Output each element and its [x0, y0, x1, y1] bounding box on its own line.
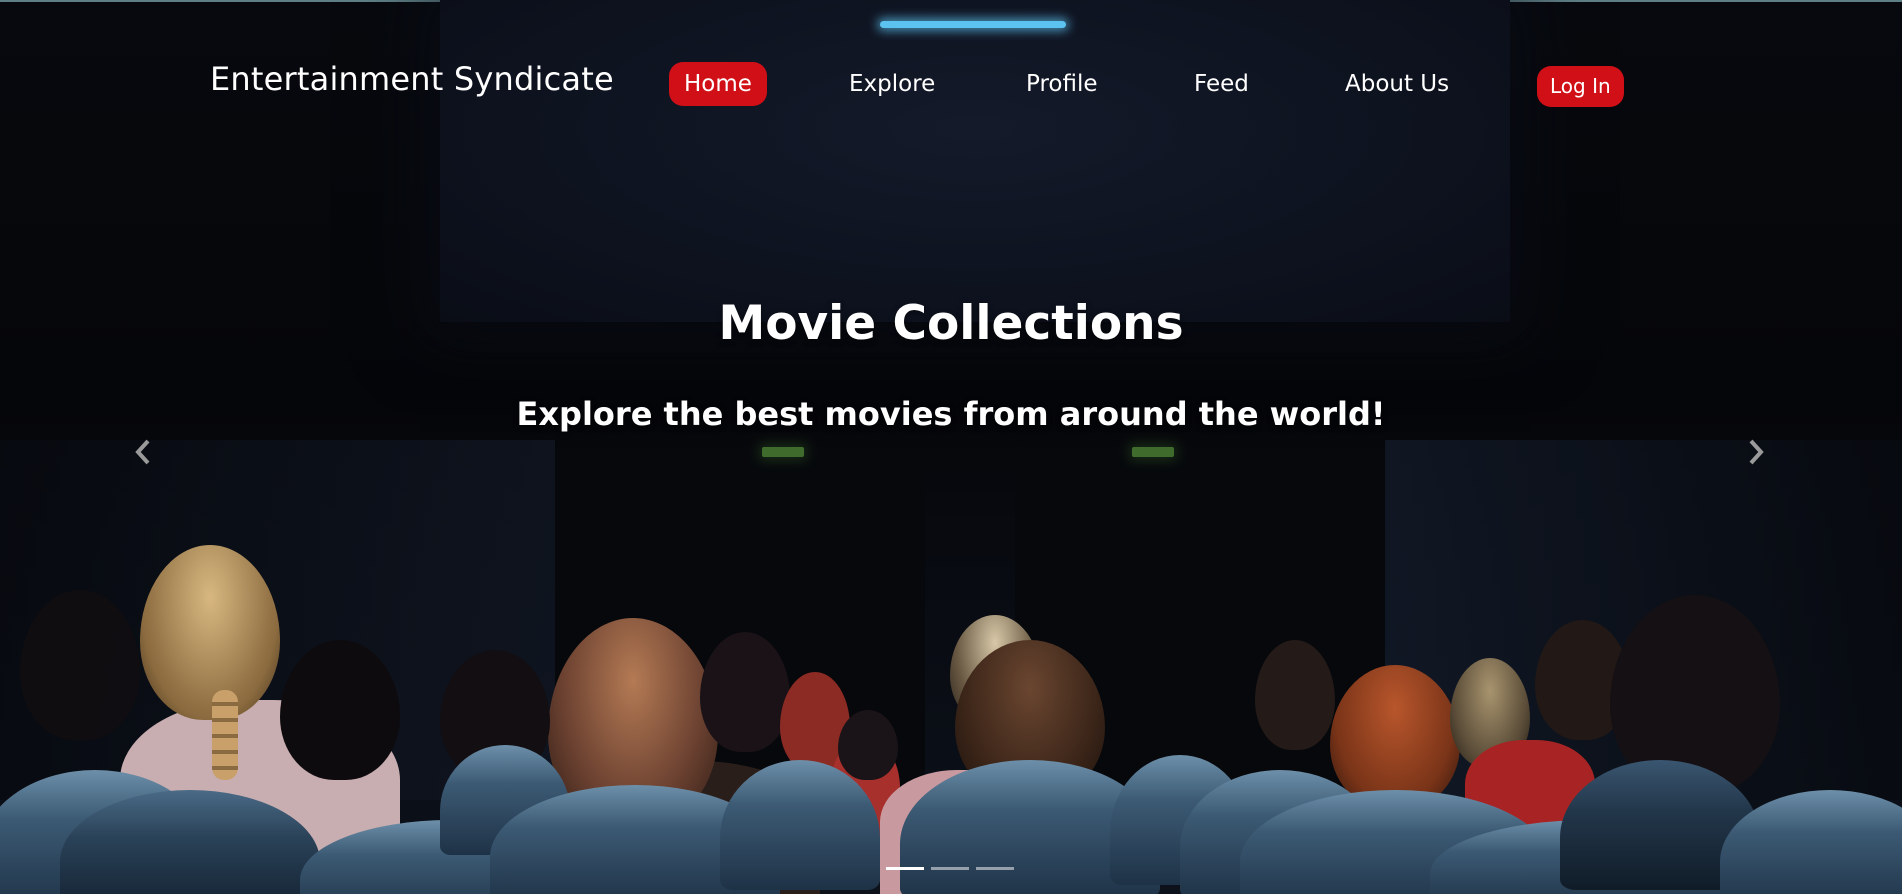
carousel-title: Movie Collections [718, 296, 1184, 351]
carousel-prev-button[interactable] [128, 437, 158, 467]
chevron-right-icon [1749, 439, 1764, 465]
carousel-next-button[interactable] [1741, 437, 1771, 467]
carousel-indicator-3[interactable] [976, 867, 1014, 870]
nav-item-explore[interactable]: Explore [849, 62, 935, 106]
carousel-indicator-1[interactable] [886, 867, 924, 870]
nav-item-about-us[interactable]: About Us [1345, 62, 1449, 106]
navbar: Entertainment Syndicate Home Explore Pro… [0, 0, 1902, 130]
carousel-indicators [886, 867, 1014, 870]
brand-name[interactable]: Entertainment Syndicate [210, 60, 614, 98]
login-button[interactable]: Log In [1537, 66, 1624, 107]
nav-item-profile[interactable]: Profile [1026, 62, 1098, 106]
chevron-left-icon [135, 439, 150, 465]
carousel-indicator-2[interactable] [931, 867, 969, 870]
carousel-subtitle: Explore the best movies from around the … [516, 395, 1386, 433]
nav-item-home[interactable]: Home [669, 62, 767, 106]
nav-item-feed[interactable]: Feed [1194, 62, 1249, 106]
hero-carousel: Entertainment Syndicate Home Explore Pro… [0, 0, 1902, 894]
